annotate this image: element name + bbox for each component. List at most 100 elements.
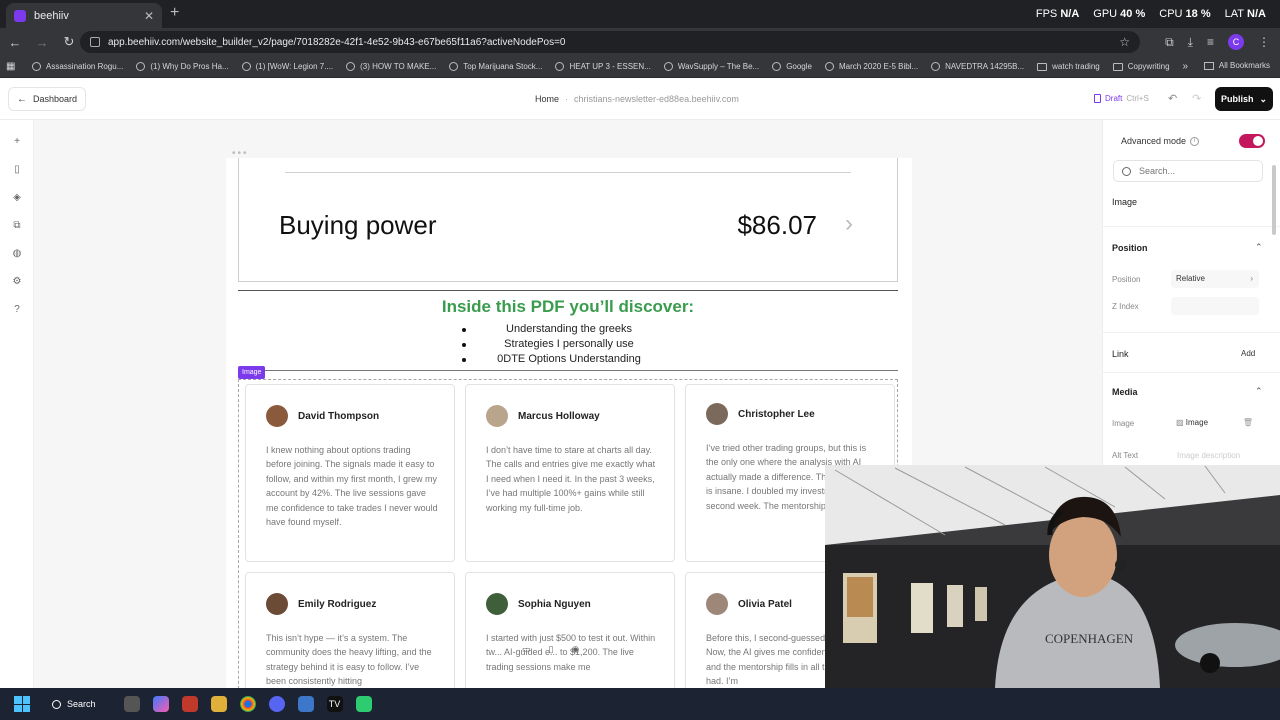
image-label: Image <box>1112 419 1135 428</box>
testimonial-name: Olivia Patel <box>738 599 792 610</box>
position-select[interactable]: Relative › <box>1171 270 1259 288</box>
chrome-icon[interactable] <box>239 696 256 712</box>
bookmark-item[interactable]: Google <box>772 62 812 71</box>
advanced-mode-toggle[interactable] <box>1239 134 1265 148</box>
testimonials-image-block[interactable]: David Thompson I knew nothing about opti… <box>238 379 898 688</box>
publish-button[interactable]: Publish ⌄ <box>1215 87 1273 111</box>
zindex-input[interactable] <box>1171 297 1259 315</box>
bookmark-item[interactable]: Top Marijuana Stock... <box>449 62 542 71</box>
site-info-icon[interactable] <box>90 37 100 47</box>
url-text: app.beehiiv.com/website_builder_v2/page/… <box>108 36 566 48</box>
draft-status: Draft Ctrl+S <box>1094 94 1149 103</box>
panel-scrollbar[interactable] <box>1272 165 1276 235</box>
layers-icon[interactable]: ◈ <box>11 192 23 204</box>
globe-icon[interactable]: ◍ <box>11 248 23 260</box>
bookmark-item[interactable]: March 2020 E-5 Bibl... <box>824 62 918 71</box>
media-section-header[interactable]: Media <box>1112 387 1138 397</box>
bookmark-item[interactable]: (1) Why Do Pros Ha... <box>136 62 229 71</box>
breadcrumb-home[interactable]: Home <box>535 94 559 104</box>
back-icon[interactable]: ← <box>3 35 27 50</box>
reload-icon[interactable]: ↻ <box>57 34 81 50</box>
bookmark-item[interactable]: (3) HOW TO MAKE... <box>346 62 436 71</box>
forward-icon[interactable]: → <box>30 35 54 50</box>
property-search[interactable] <box>1113 160 1263 182</box>
search-icon <box>52 699 61 709</box>
testimonial-name: Marcus Holloway <box>518 411 600 422</box>
bookmark-item[interactable]: HEAT UP 3 - ESSEN... <box>555 62 651 71</box>
new-tab-icon[interactable]: + <box>170 4 179 22</box>
chevron-right-icon: › <box>845 210 853 237</box>
chevron-up-icon[interactable]: ⌃ <box>1255 386 1263 397</box>
bookmark-label: Top Marijuana Stock... <box>463 62 543 71</box>
bookmark-favicon-icon <box>555 62 565 71</box>
bookmark-item[interactable]: Copywriting <box>1112 62 1170 71</box>
copilot-icon[interactable] <box>152 696 169 712</box>
windows-start-icon[interactable] <box>14 696 30 712</box>
settings-gear-icon[interactable]: ⚙ <box>11 276 23 288</box>
menu-icon[interactable]: ⋮ <box>1258 35 1270 49</box>
image-picker[interactable]: ▨ Image 🗑 <box>1171 414 1259 432</box>
all-bookmarks[interactable]: All Bookmarks <box>1203 61 1270 70</box>
more-bookmarks-icon[interactable]: » <box>1182 61 1188 72</box>
chevron-up-icon[interactable]: ⌃ <box>1255 242 1263 253</box>
folder-icon <box>1037 62 1048 71</box>
bookmark-label: (1) Why Do Pros Ha... <box>150 62 229 71</box>
alt-text-input[interactable]: Image description <box>1177 451 1240 460</box>
cpu-value: 18 % <box>1185 8 1211 20</box>
download-icon[interactable]: ⤓ <box>1188 35 1193 50</box>
bookmarks-bar: ▦ Assassination Rogu... (1) Why Do Pros H… <box>0 56 1280 78</box>
profile-avatar[interactable]: C <box>1228 34 1244 50</box>
mobile-view-icon[interactable]: ▯ <box>549 644 554 655</box>
discord-icon[interactable] <box>268 696 285 712</box>
app-icon[interactable] <box>181 696 198 712</box>
position-section-header[interactable]: Position <box>1112 243 1148 253</box>
performance-overlay: FPS N/A GPU 40 % CPU 18 % LAT N/A <box>1036 8 1266 20</box>
extensions-icon[interactable]: ⧉ <box>1165 35 1174 50</box>
media-controls-icon[interactable]: ≡ <box>1207 35 1214 49</box>
bookmark-item[interactable]: watch trading <box>1037 62 1100 71</box>
info-icon[interactable]: i <box>1190 136 1200 146</box>
active-app-icon[interactable] <box>297 696 314 712</box>
components-icon[interactable]: ⧉ <box>11 220 23 232</box>
bookmark-star-icon[interactable]: ☆ <box>1119 35 1130 49</box>
breadcrumb-separator: · <box>565 94 569 104</box>
tradingview-icon[interactable]: TV <box>326 696 343 712</box>
preview-eye-icon[interactable]: ◉ <box>571 644 579 655</box>
desktop-view-icon[interactable]: ▭ <box>522 644 531 655</box>
pdf-heading[interactable]: Inside this PDF you’ll discover: <box>238 297 898 317</box>
add-element-icon[interactable]: + <box>11 136 23 148</box>
bookmark-item[interactable]: WavSupply – The Be... <box>663 62 759 71</box>
bullet-icon <box>462 358 466 362</box>
help-icon[interactable]: ? <box>11 304 23 316</box>
chevron-down-icon: ⌄ <box>1259 93 1268 104</box>
save-shortcut: Ctrl+S <box>1126 94 1149 103</box>
pdf-bullet-list[interactable]: Understanding the greeks Strategies I pe… <box>226 322 912 367</box>
task-view-icon[interactable] <box>123 696 140 712</box>
fps-label: FPS <box>1035 8 1058 20</box>
buying-power-image[interactable]: Buying power $86.07 › <box>238 158 898 282</box>
bookmark-item[interactable]: Assassination Rogu... <box>32 62 123 71</box>
close-tab-icon[interactable]: ✕ <box>144 9 154 23</box>
taskbar-search[interactable]: Search <box>52 699 96 709</box>
trash-icon[interactable]: 🗑 <box>1243 414 1253 432</box>
bookmark-favicon-icon <box>824 62 834 71</box>
dashboard-button[interactable]: ← Dashboard <box>8 87 87 111</box>
page-preview[interactable]: Buying power $86.07 › Inside this PDF yo… <box>226 158 912 688</box>
address-bar[interactable]: app.beehiiv.com/website_builder_v2/page/… <box>80 31 1140 53</box>
apps-grid-icon[interactable]: ▦ <box>6 61 18 72</box>
browser-tab[interactable]: beehiiv ✕ <box>6 3 162 28</box>
browser-tabstrip: beehiiv ✕ + FPS N/A GPU 40 % CPU 18 % LA… <box>0 0 1280 28</box>
alt-text-label: Alt Text <box>1112 451 1139 460</box>
bookmark-item[interactable]: (1) [WoW: Legion 7.... <box>241 62 333 71</box>
bookmark-favicon-icon <box>346 62 356 71</box>
app-icon[interactable] <box>355 696 372 712</box>
search-icon <box>1122 166 1131 176</box>
chevron-right-icon: › <box>1250 274 1253 283</box>
file-explorer-icon[interactable] <box>210 696 227 712</box>
redo-icon[interactable]: ↷ <box>1192 92 1201 105</box>
add-link-button[interactable]: Add <box>1241 349 1255 358</box>
pages-icon[interactable]: ▯ <box>11 164 23 176</box>
search-input[interactable] <box>1139 166 1249 176</box>
undo-icon[interactable]: ↶ <box>1168 92 1177 105</box>
bookmark-item[interactable]: NAVEDTRA 14295B... <box>931 62 1024 71</box>
